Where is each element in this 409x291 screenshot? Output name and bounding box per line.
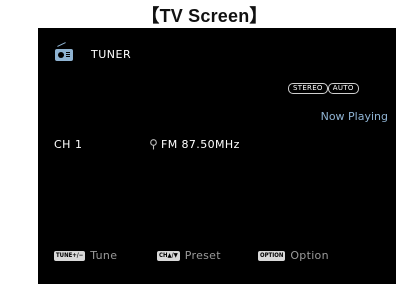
hint-preset-label: Preset: [184, 249, 221, 262]
hint-option-label: Option: [290, 249, 329, 262]
status-text: Now Playing: [320, 110, 388, 123]
tv-screen: TUNER STEREO AUTO Now Playing CH 1 FM 87…: [38, 28, 396, 284]
page-caption: 【TV Screen】: [141, 6, 268, 26]
ch-key: CH▲/▼: [157, 250, 180, 261]
hint-tune: TUNE+/− Tune: [54, 249, 117, 262]
source-name: TUNER: [91, 48, 132, 61]
frequency-display: FM 87.50MHz: [149, 138, 240, 151]
hint-preset: CH▲/▼ Preset: [157, 249, 221, 262]
button-hints: TUNE+/− Tune CH▲/▼ Preset OPTION Option: [38, 249, 396, 263]
option-key: OPTION: [258, 250, 286, 261]
audio-mode-badges: STEREO AUTO: [288, 83, 359, 94]
auto-badge: AUTO: [327, 83, 359, 94]
pin-icon: [149, 139, 158, 150]
hint-tune-label: Tune: [90, 249, 118, 262]
radio-icon: [55, 42, 73, 61]
frequency-value: FM 87.50MHz: [161, 138, 240, 151]
hint-option: OPTION Option: [258, 249, 329, 262]
channel-label: CH 1: [54, 138, 83, 151]
tune-key: TUNE+/−: [54, 250, 86, 261]
stereo-badge: STEREO: [288, 83, 328, 94]
